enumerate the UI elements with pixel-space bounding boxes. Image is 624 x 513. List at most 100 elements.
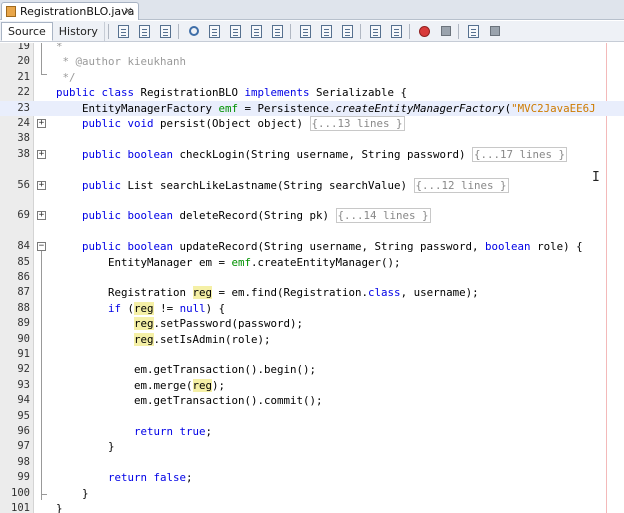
sort-icon (489, 26, 500, 36)
code-line[interactable]: 96 return true; (0, 424, 624, 439)
toolbar-separator (289, 23, 291, 39)
code-line[interactable]: 69 public boolean deleteRecord(String pk… (0, 208, 624, 224)
code-text: Registration reg = em.find(Registration.… (56, 286, 479, 300)
line-number: 100 (11, 486, 30, 499)
close-tab-icon[interactable]: × (124, 4, 133, 17)
back-button[interactable] (136, 23, 154, 40)
code-line[interactable]: 22 public class RegistrationBLO implement… (0, 85, 624, 100)
line-number: 86 (17, 271, 30, 283)
line-number: 99 (17, 471, 30, 484)
tab-source[interactable]: Source (1, 21, 53, 41)
uncomment-button[interactable] (367, 23, 385, 40)
code-line[interactable]: 20 * @author kieukhanh (0, 54, 624, 69)
line-number: 101 (11, 502, 30, 513)
line-number: 38 (17, 132, 30, 145)
code-line[interactable]: 23 EntityManagerFactory emf = Persistenc… (0, 100, 624, 116)
code-line[interactable]: 98 (0, 455, 624, 470)
code-text: public void persist(Object object) {...1… (82, 116, 405, 131)
line-number: 22 (17, 86, 30, 99)
chart-icon (468, 24, 480, 38)
toolbar-separator (457, 23, 459, 39)
expand-fold-icon[interactable]: + (37, 149, 46, 159)
shift-right-button[interactable] (318, 23, 336, 40)
start-macro-button[interactable] (416, 23, 434, 40)
collapse-fold-icon[interactable]: − (37, 242, 46, 252)
code-text: public List searchLikeLastname(String se… (82, 177, 509, 193)
code-line[interactable] (0, 224, 624, 239)
line-number: 24 (17, 117, 30, 129)
code-text: public boolean checkLogin(String usernam… (82, 146, 568, 162)
chart-button[interactable] (465, 23, 483, 40)
code-line[interactable]: 101} (0, 501, 624, 513)
code-text: public boolean deleteRecord(String pk) {… (82, 208, 431, 224)
code-text: if (reg != null) { (108, 301, 226, 315)
expand-fold-icon[interactable]: + (37, 211, 46, 221)
toggle-comment-icon (342, 24, 354, 38)
find-icon (188, 26, 199, 36)
code-text: EntityManager em = emf.createEntityManag… (56, 255, 401, 269)
editor-tab-strip: RegistrationBLO.java × (0, 0, 624, 20)
toolbar-separator (408, 23, 410, 39)
code-text: } (56, 486, 89, 500)
code-line[interactable]: 95 (0, 409, 624, 424)
forward-button[interactable] (157, 23, 175, 40)
code-line[interactable]: 89 reg.setPassword(password); (0, 316, 624, 331)
code-line[interactable]: 91 (0, 347, 624, 362)
code-line[interactable] (0, 162, 624, 177)
go-to-source-icon (118, 24, 130, 38)
code-line[interactable]: 19 * (0, 43, 624, 54)
find-selection-button[interactable] (248, 23, 266, 40)
file-tab-registrationblo[interactable]: RegistrationBLO.java × (1, 2, 139, 20)
code-line[interactable]: 38 public boolean checkLogin(String user… (0, 146, 624, 162)
code-editor[interactable]: 19 * 20 * @author kieukhanh 21 */22 public c… (0, 43, 624, 513)
code-line[interactable]: 86 (0, 270, 624, 285)
line-number: 91 (17, 348, 30, 360)
shift-left-icon (300, 24, 312, 38)
line-number: 92 (17, 363, 30, 376)
code-line[interactable]: 92 em.getTransaction().begin(); (0, 362, 624, 377)
shift-left-button[interactable] (297, 23, 315, 40)
code-text: * @author kieukhanh (56, 55, 187, 69)
code-line[interactable]: 24 public void persist(Object object) {.… (0, 116, 624, 131)
code-line[interactable]: 88 if (reg != null) { (0, 301, 624, 316)
code-line[interactable]: 90 reg.setIsAdmin(role); (0, 332, 624, 347)
code-line[interactable]: 84 public boolean updateRecord(String us… (0, 239, 624, 254)
code-line[interactable]: 21 */ (0, 70, 624, 85)
code-line[interactable]: 94 em.getTransaction().commit(); (0, 393, 624, 408)
line-number: 20 (17, 55, 30, 68)
toggle-highlight-icon (272, 24, 284, 38)
find-previous-icon (209, 24, 221, 38)
code-line[interactable]: 38 (0, 131, 624, 146)
line-number: 85 (17, 255, 30, 268)
line-number: 97 (17, 440, 30, 453)
find-previous-button[interactable] (206, 23, 224, 40)
code-line[interactable]: 93 em.merge(reg); (0, 378, 624, 393)
sort-button[interactable] (486, 23, 504, 40)
expand-fold-icon[interactable]: + (37, 119, 46, 128)
go-to-source-button[interactable] (115, 23, 133, 40)
line-number: 21 (17, 70, 30, 83)
forward-icon (160, 24, 172, 38)
code-line[interactable]: 99 return false; (0, 470, 624, 485)
find-selection-icon (251, 24, 263, 38)
tab-history[interactable]: History (53, 21, 105, 41)
toggle-comment-button[interactable] (339, 23, 357, 40)
line-number: 84 (17, 240, 30, 253)
line-number: 88 (17, 301, 30, 314)
code-line[interactable]: 97 } (0, 439, 624, 454)
line-number: 69 (17, 209, 30, 222)
find-next-button[interactable] (227, 23, 245, 40)
code-line[interactable]: 56 public List searchLikeLastname(String… (0, 177, 624, 193)
code-line[interactable]: 85 EntityManager em = emf.createEntityMa… (0, 255, 624, 270)
line-number: 38 (17, 147, 30, 160)
code-line[interactable]: 87 Registration reg = em.find(Registrati… (0, 285, 624, 300)
code-text: public class RegistrationBLO implements … (56, 86, 408, 100)
code-line[interactable]: 100 } (0, 486, 624, 501)
stop-macro-button[interactable] (437, 23, 455, 40)
format-button[interactable] (388, 23, 406, 40)
code-line[interactable] (0, 193, 624, 208)
uncomment-icon (370, 24, 382, 38)
find-button[interactable] (185, 23, 203, 40)
toggle-highlight-button[interactable] (269, 23, 287, 40)
expand-fold-icon[interactable]: + (37, 180, 46, 190)
